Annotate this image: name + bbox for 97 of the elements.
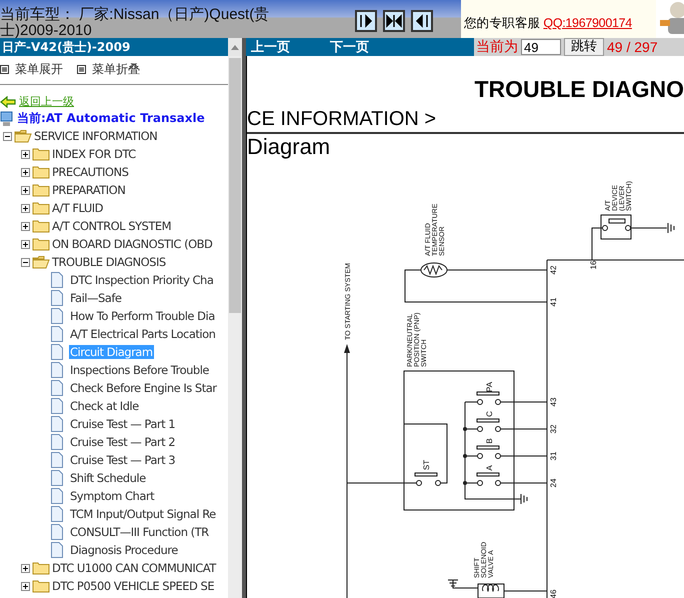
scroll-up-icon[interactable] [231, 44, 239, 50]
contact-label: C [485, 411, 494, 417]
tree-item[interactable]: PRECAUTIONS [51, 165, 130, 179]
tree-item[interactable]: A/T CONTROL SYSTEM [51, 219, 172, 233]
back-arrow-icon [0, 96, 16, 108]
tree-item[interactable]: Shift Schedule [69, 471, 147, 485]
tree-item[interactable]: Diagnosis Procedure [69, 543, 179, 557]
qq-link[interactable]: QQ:1967900174 [543, 16, 632, 30]
folder-icon [32, 165, 51, 179]
next-page-link[interactable]: 下一页 [330, 38, 369, 56]
expand-toggle[interactable] [18, 150, 32, 158]
pin-number: 43 [549, 398, 558, 406]
contact-label: B [485, 438, 494, 444]
open-folder-icon [14, 129, 33, 143]
go-button[interactable]: 跳转 [564, 38, 604, 56]
expand-toggle[interactable] [18, 564, 32, 572]
expand-toggle[interactable] [18, 204, 32, 212]
expand-toggle[interactable] [18, 168, 32, 176]
tree-item[interactable]: TCM Input/Output Signal Re [69, 507, 217, 521]
document-title: TROUBLE DIAGNO [473, 76, 684, 102]
switch-contact-drawing [476, 446, 501, 459]
folder-icon [32, 561, 51, 575]
list-icon [0, 64, 9, 74]
pin-number: 16 [589, 260, 598, 270]
vehicle-title: 当前车型： 厂家:Nissan（日产)Quest(贵士)2009-2010 [0, 5, 270, 38]
junction-dots [463, 427, 467, 485]
tree-item[interactable]: DTC Inspection Priority Cha [69, 273, 214, 287]
tree-item[interactable]: CONSULT—III Function (TR [69, 525, 210, 539]
page-count: 49 / 297 [607, 39, 658, 55]
tree-item[interactable]: How To Perform Trouble Dia [69, 309, 216, 323]
folder-icon [32, 579, 51, 593]
tree-item[interactable]: PREPARATION [51, 183, 126, 197]
open-folder-icon [32, 255, 51, 269]
pin-number: 42 [549, 266, 558, 274]
tree-item[interactable]: Fail—Safe [69, 291, 122, 305]
folder-icon [32, 219, 51, 233]
tree-item[interactable]: TROUBLE DIAGNOSIS [51, 255, 167, 269]
tree-item[interactable]: Cruise Test — Part 2 [69, 435, 176, 449]
pin-number: 41 [549, 298, 558, 306]
computer-icon [0, 110, 14, 126]
tree-item[interactable]: DTC U1000 CAN COMMUNICAT [51, 561, 217, 575]
collapse-toggle[interactable] [0, 132, 14, 140]
pin-number: 31 [549, 452, 558, 460]
tree-item[interactable]: DTC P0500 VEHICLE SPEED SE [51, 579, 216, 593]
section-heading: Diagram [247, 134, 332, 160]
panel-right-icon[interactable] [355, 10, 377, 32]
scrollbar-thumb[interactable] [229, 58, 241, 313]
ground-icon [448, 580, 458, 586]
tree-item[interactable]: Check Before Engine Is Star [69, 381, 218, 395]
prev-page-link[interactable]: 上一页 [251, 38, 290, 56]
lever-switch-drawing [600, 214, 632, 240]
sensor-drawing [420, 262, 448, 278]
pin-number: 24 [549, 478, 558, 488]
sidebar-title: 日产-V42(贵士)-2009 [0, 38, 228, 56]
ground-icon [668, 222, 674, 234]
menu-tool-link[interactable]: 菜单折叠 [92, 60, 140, 78]
ground-icon [520, 494, 528, 504]
tree-item[interactable]: Inspections Before Trouble [69, 363, 210, 377]
folder-icon [32, 201, 51, 215]
switch-contact-drawing [476, 472, 501, 486]
expand-toggle[interactable] [18, 582, 32, 590]
menu-tool-link[interactable]: 菜单展开 [15, 60, 63, 78]
tree-item[interactable]: ON BOARD DIAGNOSTIC (OBD [51, 237, 214, 251]
pin-number: 32 [549, 424, 558, 434]
tree-item[interactable]: Check at Idle [69, 399, 140, 413]
folder-icon [32, 237, 51, 251]
tree-item[interactable]: Cruise Test — Part 1 [69, 417, 176, 431]
expand-toggle[interactable] [18, 186, 32, 194]
tree-item[interactable]: A/T FLUID [51, 201, 104, 215]
page-input[interactable]: 49 [521, 39, 561, 55]
pin-number: 46 [549, 590, 558, 598]
switch-contact-drawing [476, 418, 501, 432]
page-label: 当前为 [476, 38, 518, 56]
tree-item[interactable]: INDEX FOR DTC [51, 147, 137, 161]
panel-left-icon[interactable] [411, 10, 433, 32]
tree-item[interactable]: SERVICE INFORMATION [33, 129, 158, 143]
contact-label: ST [422, 460, 431, 470]
breadcrumb: CE INFORMATION > [247, 108, 684, 134]
tree-item[interactable]: Cruise Test — Part 3 [69, 453, 176, 467]
coil-drawing [478, 584, 504, 598]
tree-item[interactable]: Symptom Chart [69, 489, 156, 503]
current-section: 当前:AT Automatic Transaxle [17, 110, 205, 127]
tree-item[interactable]: A/T Electrical Parts Location [69, 327, 216, 341]
panel-split-icon[interactable] [383, 10, 405, 32]
list-icon [77, 64, 86, 74]
switch-contact-drawing [476, 392, 501, 405]
mascot-drawing [656, 0, 684, 38]
folder-icon [32, 147, 51, 161]
folder-icon [32, 183, 51, 197]
contact-label: PA [485, 382, 494, 392]
expand-toggle[interactable] [18, 240, 32, 248]
switch-contact-drawing [414, 472, 441, 486]
back-link[interactable]: 返回上一级 [19, 94, 74, 109]
collapse-toggle[interactable] [18, 258, 32, 266]
support-label: 您的专职客服 [464, 16, 540, 30]
contact-label: A [485, 465, 494, 471]
expand-toggle[interactable] [18, 222, 32, 230]
